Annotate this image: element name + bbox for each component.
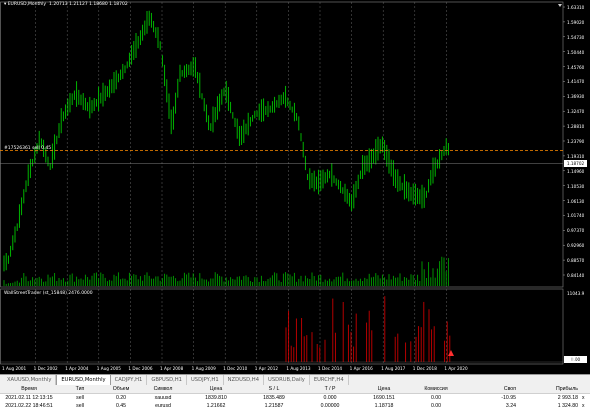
price-tick-label: 1.63310 bbox=[567, 5, 585, 10]
price-tick-label: 1.50440 bbox=[567, 49, 585, 55]
price-tick-label: 1.59020 bbox=[567, 19, 585, 25]
close-order-icon[interactable]: x bbox=[580, 395, 585, 401]
cell-profit: 2 993.18 bbox=[557, 394, 578, 401]
col-swap[interactable]: Своп bbox=[462, 386, 518, 392]
cell-type: sell bbox=[76, 394, 84, 401]
cell-type: sell bbox=[76, 403, 84, 410]
cell-tp: 0.00000 bbox=[320, 403, 340, 410]
cell-volume: 0.45 bbox=[115, 403, 127, 410]
signal-arrow-icon bbox=[448, 350, 454, 356]
price-tick-label: 1.10530 bbox=[567, 183, 585, 189]
time-tick-label: 1 Aug 2005 bbox=[96, 366, 121, 371]
tab-usdjpy-h1[interactable]: USDJPY,H1 bbox=[187, 375, 224, 385]
price-tick-label: 0.84140 bbox=[567, 273, 585, 278]
price-tick-label: 1.28810 bbox=[567, 124, 585, 130]
price-tick-label: 1.01740 bbox=[567, 213, 585, 219]
tab-eurchf-h4[interactable]: EURCHF,H4 bbox=[310, 375, 349, 385]
price-tick-label: 1.45760 bbox=[567, 64, 585, 70]
chart-area[interactable]: ▾ EURUSD,Monthly 1.20713 1.21127 1.18680 … bbox=[0, 0, 590, 374]
cell-swap: -10.95 bbox=[501, 394, 516, 401]
chart-ohlc: 1.20713 1.21127 1.18680 1.18702 bbox=[49, 2, 128, 7]
cell-volume: 0.20 bbox=[115, 394, 127, 401]
tab-nzdusd-h4[interactable]: NZDUSD,H4 bbox=[224, 375, 265, 385]
cell-swap: 3.24 bbox=[505, 403, 516, 410]
col-sl[interactable]: S / L bbox=[246, 386, 302, 392]
indicator-title: WallStreetTrader (st_15848) 2476.0000 bbox=[4, 291, 93, 296]
time-tick-label: 1 Dec 2018 bbox=[412, 366, 437, 371]
close-order-icon[interactable]: x bbox=[580, 403, 585, 409]
cell-profit: 1 324.80 bbox=[557, 403, 578, 410]
time-tick-label: 1 Aug 2001 bbox=[2, 366, 27, 371]
table-row[interactable]: 2021.02.22 18:46:51 sell 0.45 eurusd 1.2… bbox=[0, 402, 590, 411]
tab-usdrub-daily[interactable]: USDRUB,Daily bbox=[264, 375, 310, 385]
time-tick-label: 1 Apr 2012 bbox=[254, 366, 279, 371]
col-time[interactable]: Время bbox=[0, 386, 58, 392]
main-panel-frame bbox=[0, 1, 564, 288]
chart-symbol: EURUSD,Monthly bbox=[7, 2, 47, 7]
indicator-tick-label: 0.00 bbox=[567, 357, 577, 362]
cell-current-price: 1690.151 bbox=[373, 394, 395, 401]
time-tick-label: 1 Apr 2008 bbox=[160, 366, 184, 371]
tab-xauusd-monthly[interactable]: XAUUSD,Monthly bbox=[3, 375, 57, 385]
indicator-panel-frame bbox=[0, 288, 564, 365]
col-current-price[interactable]: Цена bbox=[358, 386, 410, 392]
time-tick-label: 1 Aug 2017 bbox=[381, 366, 406, 371]
price-tick-label: 1.41470 bbox=[567, 79, 585, 85]
time-tick-label: 1 Apr 2020 bbox=[444, 366, 468, 371]
col-commission[interactable]: Комиссия bbox=[410, 386, 462, 392]
price-tick-label: 0.88570 bbox=[567, 258, 585, 264]
table-header: Время Тип Объем Символ Цена S / L T / P … bbox=[0, 385, 590, 394]
price-tick-label: 0.92960 bbox=[567, 243, 585, 249]
col-price[interactable]: Цена bbox=[186, 386, 246, 392]
scroll-marker-icon bbox=[558, 4, 562, 7]
cell-price: 1.21662 bbox=[206, 403, 226, 410]
tab-gbpusd-h1[interactable]: GBPUSD,H1 bbox=[147, 375, 187, 385]
cell-time: 2021.02.22 18:46:51 bbox=[5, 403, 53, 410]
indicator-tick-label: 11043.9 bbox=[567, 291, 585, 296]
time-tick-label: 1 Apr 2016 bbox=[349, 366, 373, 371]
price-tick-label: 1.32470 bbox=[567, 109, 585, 115]
cell-commission: 0.00 bbox=[430, 394, 442, 401]
col-type[interactable]: Тип bbox=[58, 386, 102, 392]
col-symbol[interactable]: Символ bbox=[140, 386, 186, 392]
time-tick-label: 1 Apr 2004 bbox=[65, 366, 89, 371]
trade-label[interactable]: #17526361 sell 0.45 bbox=[4, 146, 51, 151]
col-volume[interactable]: Объем bbox=[102, 386, 140, 392]
cell-price: 1839.810 bbox=[205, 394, 227, 401]
time-tick-label: 1 Aug 2013 bbox=[286, 366, 311, 371]
cell-sl: 1.21587 bbox=[264, 403, 284, 410]
col-tp[interactable]: T / P bbox=[302, 386, 358, 392]
chart-tabs: XAUUSD,Monthly EURUSD,Monthly CADJPY,H1 … bbox=[0, 374, 590, 386]
cell-commission: 0.00 bbox=[430, 403, 442, 410]
cell-tp: 0.000 bbox=[323, 394, 337, 401]
col-profit[interactable]: Прибыль bbox=[518, 386, 580, 392]
cell-sl: 1835.489 bbox=[263, 394, 285, 401]
cell-current-price: 1.18718 bbox=[374, 403, 394, 410]
cell-symbol: eurusd bbox=[155, 403, 171, 410]
cell-symbol: xauusd bbox=[154, 394, 172, 401]
trade-table: Время Тип Объем Символ Цена S / L T / P … bbox=[0, 385, 590, 419]
time-tick-label: 1 Dec 2010 bbox=[223, 366, 248, 371]
price-tick-label: 1.36930 bbox=[567, 94, 585, 100]
time-tick-label: 1 Dec 2014 bbox=[318, 366, 343, 371]
price-tick-label: 1.06130 bbox=[567, 198, 585, 204]
price-tick-label: 1.23790 bbox=[567, 139, 585, 144]
time-tick-label: 1 Aug 2009 bbox=[191, 366, 216, 371]
time-tick-label: 1 Dec 2002 bbox=[33, 366, 58, 371]
chart-canvas[interactable] bbox=[0, 0, 590, 374]
chart-title: ▾ EURUSD,Monthly 1.20713 1.21127 1.18680 … bbox=[4, 2, 128, 7]
price-tick-label: 1.19310 bbox=[567, 153, 585, 159]
price-tick-label: 1.54730 bbox=[567, 34, 585, 40]
table-row[interactable]: 2021.02.11 12:13:15 sell 0.20 xauusd 183… bbox=[0, 394, 590, 403]
current-price-tag: 1.18702 bbox=[564, 160, 587, 167]
price-tick-label: 1.14960 bbox=[567, 168, 585, 174]
cell-time: 2021.02.11 12:13:15 bbox=[5, 394, 53, 401]
price-tick-label: 0.97370 bbox=[567, 228, 585, 234]
tab-cadjpy-h1[interactable]: CADJPY,H1 bbox=[111, 375, 148, 385]
time-tick-label: 1 Dec 2006 bbox=[128, 366, 153, 371]
